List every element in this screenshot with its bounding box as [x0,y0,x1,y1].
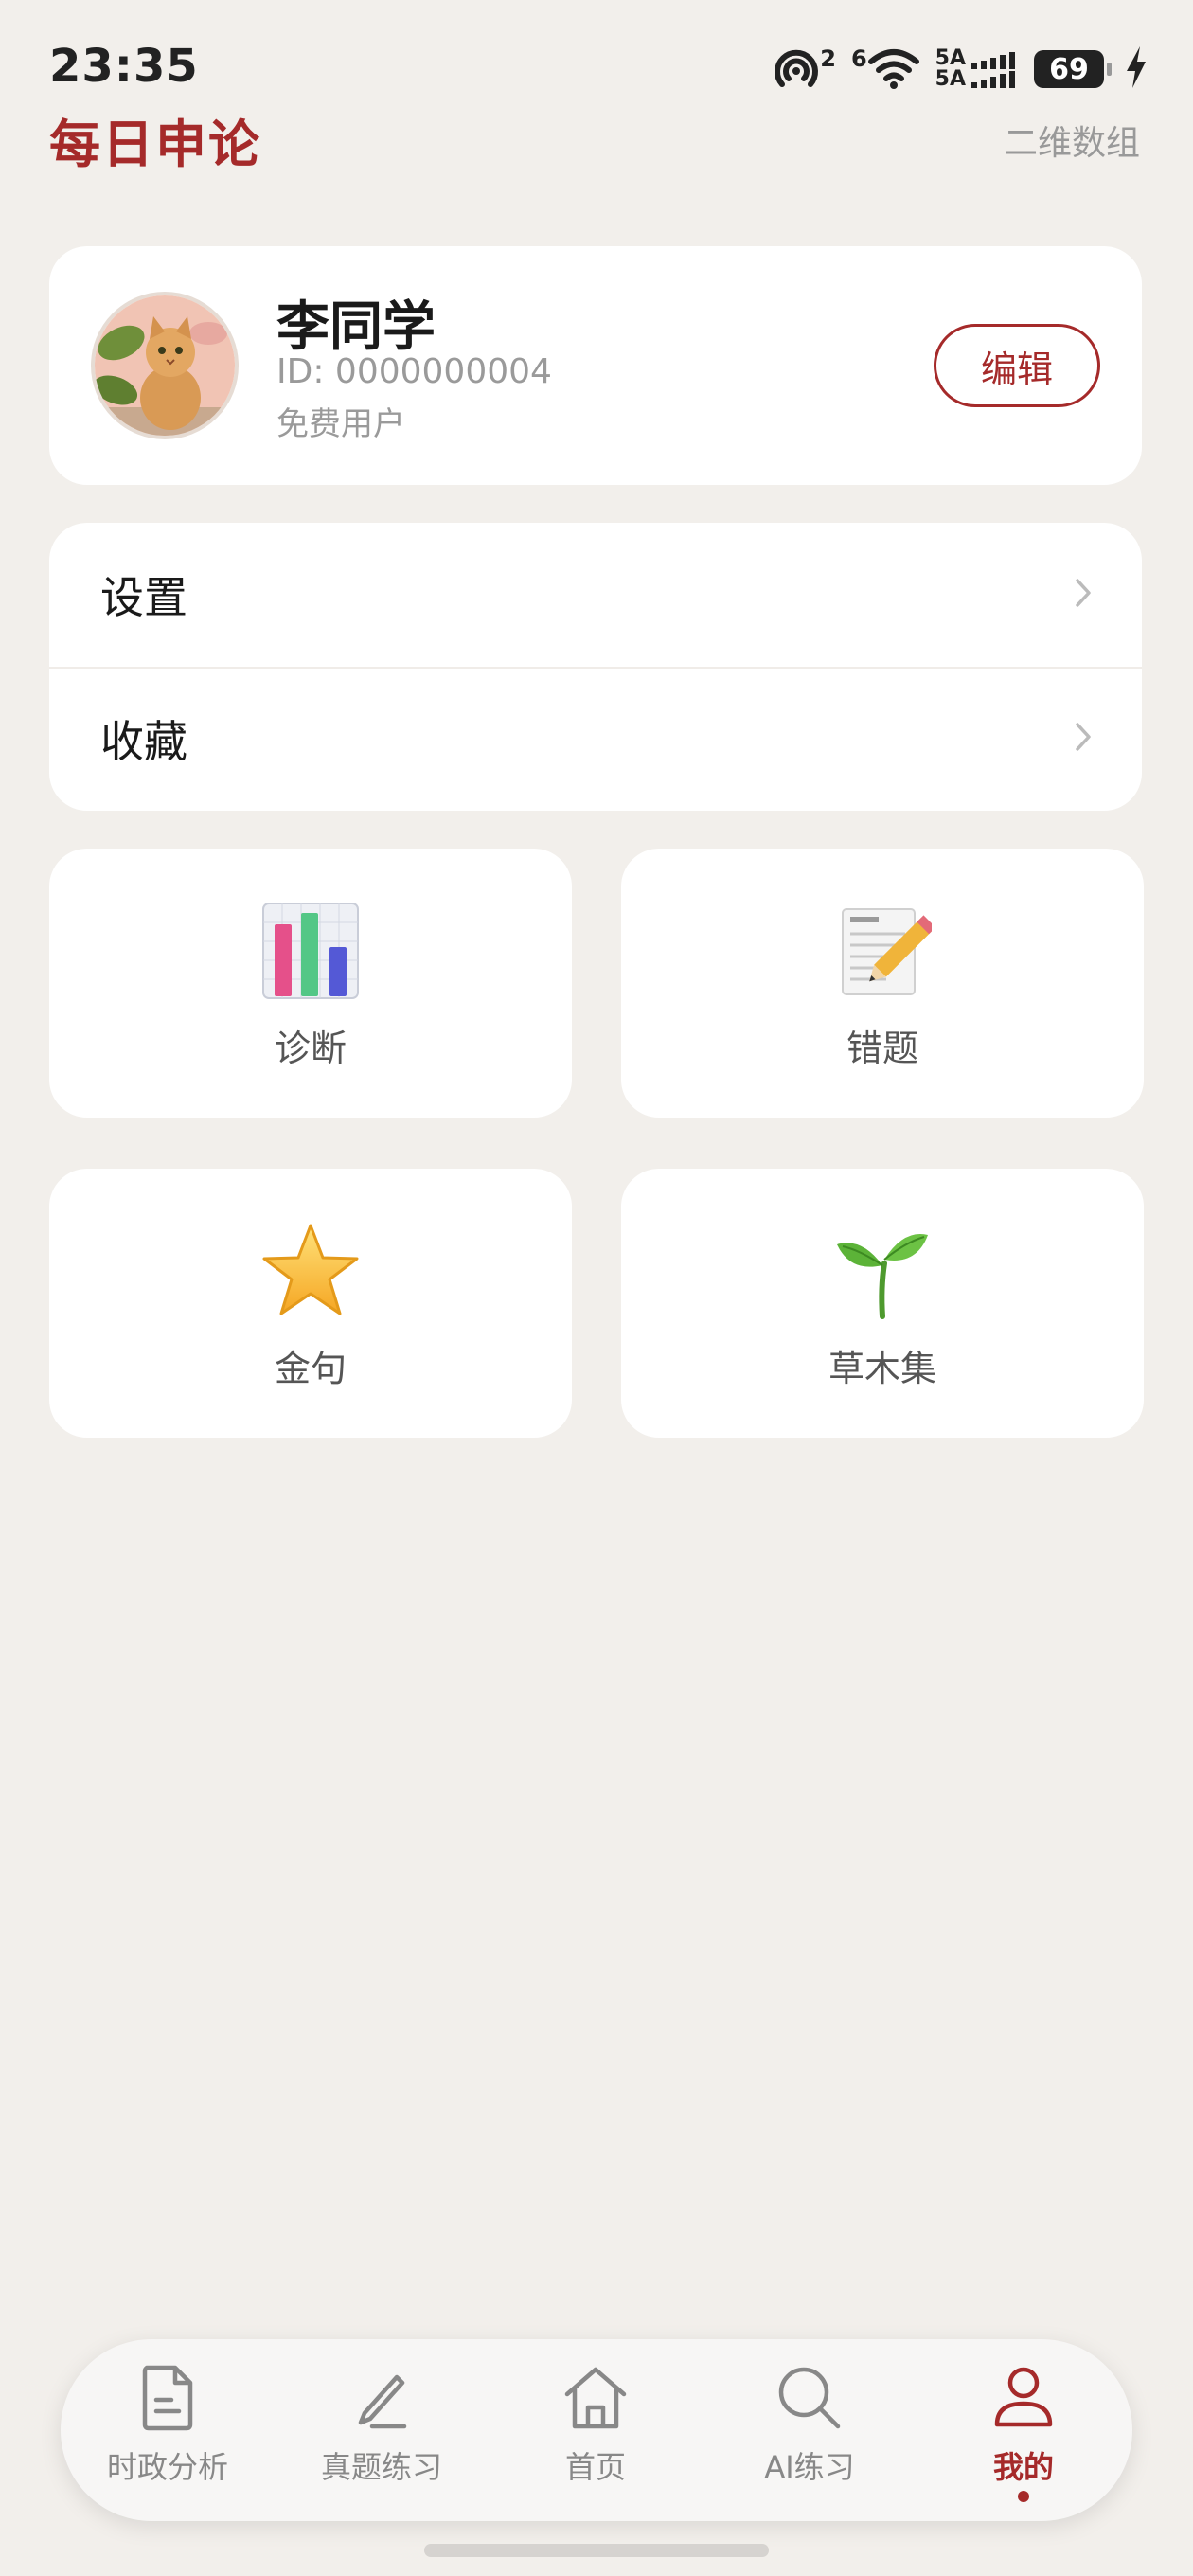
home-indicator[interactable] [424,2544,769,2557]
avatar[interactable] [91,292,239,439]
chevron-right-icon [1074,577,1093,613]
tile-label: 错题 [846,1028,918,1069]
nav-item-past-exams[interactable]: 真题练习 [275,2339,489,2521]
battery-icon: 69 [1034,50,1112,88]
wifi-icon: 6 [850,45,920,90]
tile-diagnosis[interactable]: 诊断 [49,849,572,1118]
tile-label: 草木集 [828,1348,936,1389]
hotspot-icon: 2 [773,45,836,90]
nav-item-mine[interactable]: 我的 [917,2339,1131,2521]
tile-label: 诊断 [274,1028,347,1069]
nav-item-ai-practice[interactable]: AI练习 [703,2339,917,2521]
menu-item-favorites[interactable]: 收藏 [49,667,1142,811]
wifi-label: 6 [850,45,867,72]
tile-plants[interactable]: 草木集 [621,1169,1144,1438]
edit-profile-button[interactable]: 编辑 [934,324,1100,407]
tile-mistakes[interactable]: 错题 [621,849,1144,1118]
app-title: 每日申论 [49,115,261,174]
chevron-right-icon [1074,721,1093,757]
tile-label: 金句 [274,1348,347,1389]
profile-card: 李同学 ID: 0000000004 免费用户 编辑 [49,246,1142,485]
star-icon [261,1222,360,1320]
menu-item-label: 设置 [100,572,187,623]
tile-golden-sentences[interactable]: 金句 [49,1169,572,1438]
seedling-icon [833,1222,932,1320]
nav-label: AI练习 [764,2449,855,2485]
menu-card: 设置 收藏 [49,523,1142,811]
hotspot-count: 2 [820,45,836,72]
charging-icon [1125,46,1148,92]
bottom-nav: 时政分析 真题练习 首页 AI练习 我的 [61,2339,1132,2521]
status-time: 23:35 [49,40,199,93]
user-type-badge: 免费用户 [276,405,405,443]
nav-item-current-affairs[interactable]: 时政分析 [61,2339,275,2521]
memo-pencil-icon [833,902,936,1000]
sim2-network: 5A [935,67,966,91]
user-name: 李同学 [276,296,436,358]
nav-label: 真题练习 [320,2449,442,2485]
nav-label: 时政分析 [106,2449,228,2485]
signal-icon: 5A 5A [935,48,1019,90]
sim1-network: 5A [935,46,966,70]
status-icons: 2 6 5A 5A 69 [773,44,1148,95]
bar-chart-icon [261,902,360,1000]
menu-item-label: 收藏 [100,716,187,767]
header-right-text[interactable]: 二维数组 [1004,116,1140,165]
user-id: ID: 0000000004 [276,352,552,391]
nav-label: 首页 [564,2449,626,2485]
active-indicator-dot [1018,2491,1029,2502]
menu-item-settings[interactable]: 设置 [49,523,1142,667]
nav-item-home[interactable]: 首页 [489,2339,703,2521]
nav-label: 我的 [992,2449,1054,2485]
